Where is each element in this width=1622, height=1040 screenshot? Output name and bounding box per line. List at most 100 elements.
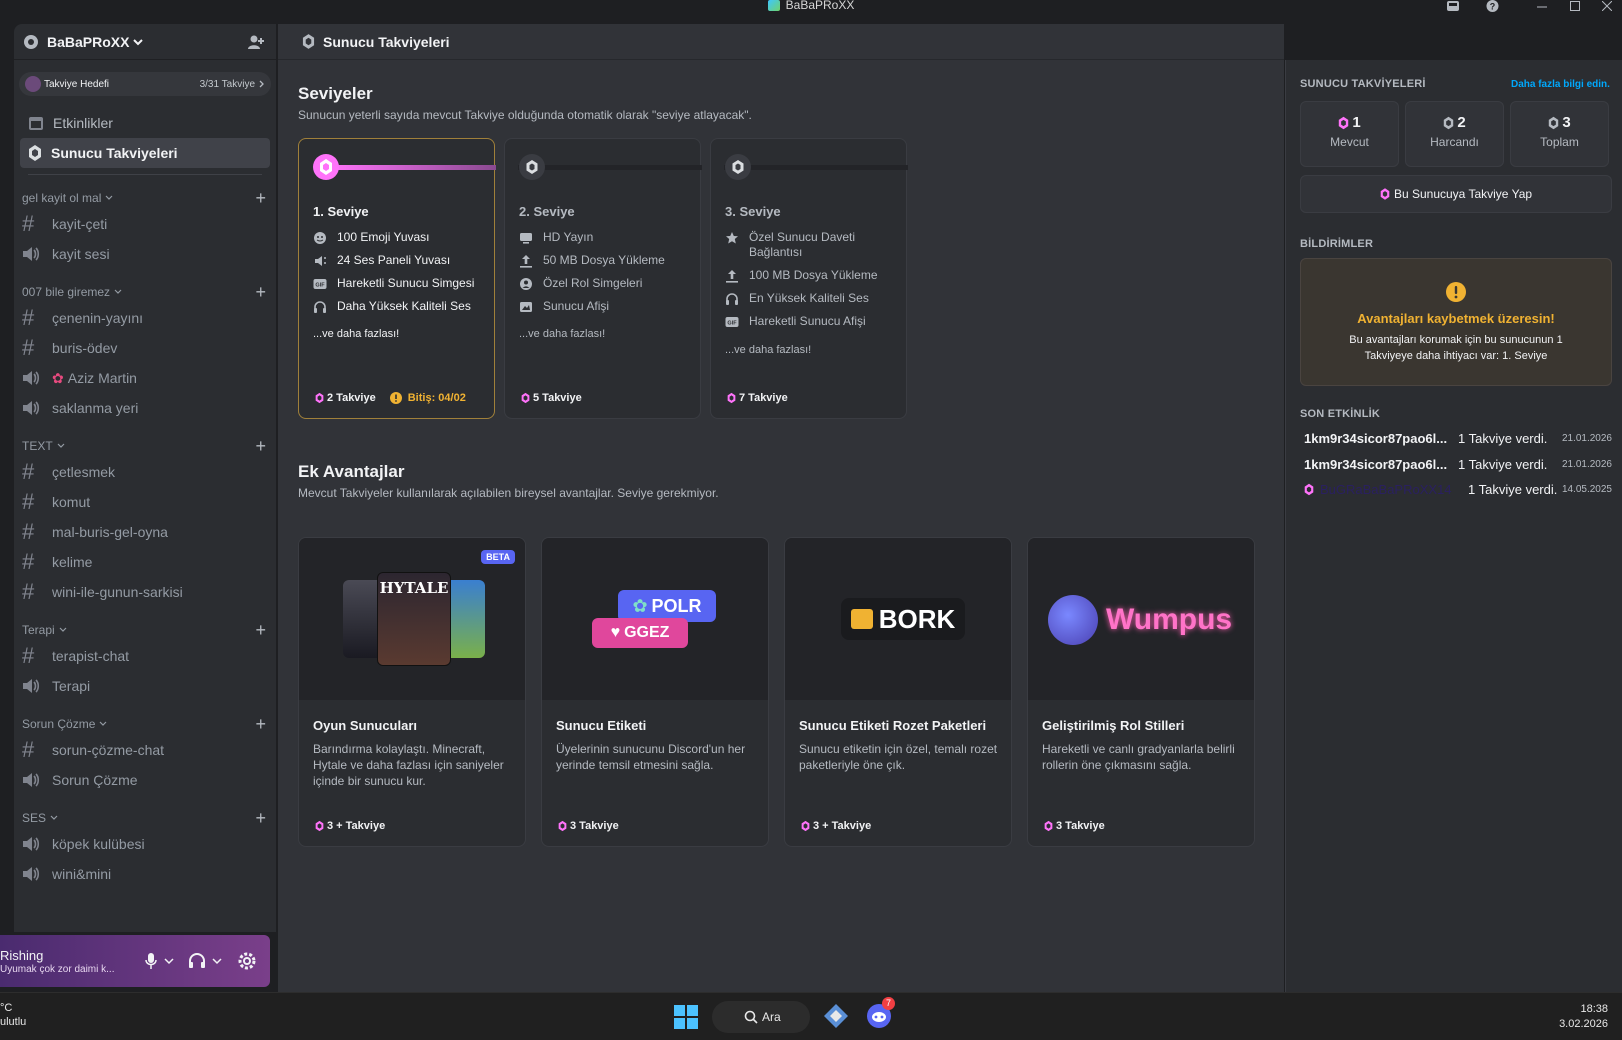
- boost-stat: 3 Toplam: [1510, 101, 1609, 167]
- system-clock[interactable]: 18:38 3.02.2026: [1559, 1002, 1608, 1032]
- weather-temp: °C: [0, 1002, 13, 1014]
- boost-stat-value: 3: [1562, 114, 1571, 131]
- user-name[interactable]: Rishing: [0, 948, 114, 964]
- discord-badge: 7: [882, 997, 896, 1010]
- category-header[interactable]: SES +: [14, 807, 276, 829]
- channel-item[interactable]: wini&mini: [20, 859, 270, 889]
- tier-progress-bar: [313, 154, 496, 180]
- create-channel-plus-icon[interactable]: +: [255, 715, 266, 733]
- badge-pack-art-text: BORK: [878, 603, 956, 634]
- soundboard-icon: [315, 256, 326, 266]
- windows-logo-icon: [674, 1005, 698, 1029]
- user-settings-gear-icon[interactable]: [238, 952, 256, 970]
- create-channel-plus-icon[interactable]: +: [255, 437, 266, 455]
- taskbar-app-1[interactable]: [823, 1003, 849, 1029]
- channel-item[interactable]: Terapi: [20, 671, 270, 701]
- tier-progress-bar: [518, 154, 702, 180]
- taskbar-search[interactable]: Ara: [712, 1001, 810, 1033]
- channel-item[interactable]: # kelime: [20, 547, 270, 577]
- channel-item[interactable]: Sorun Çözme: [20, 765, 270, 795]
- headphones-icon[interactable]: [188, 953, 206, 969]
- activity-user[interactable]: 1km9r34sicor87pao6l...: [1304, 431, 1454, 446]
- channel-name: kayit sesi: [52, 246, 110, 262]
- tier-more-link: ...ve daha fazlası!: [519, 328, 606, 340]
- boost-goal-bar[interactable]: Takviye Hedefi 3/31 Takviye: [19, 72, 271, 96]
- perk-image: HYTALE BETA: [299, 538, 525, 700]
- perk-description: Hareketli ve canlı gradyanlarla belirli …: [1042, 742, 1235, 772]
- channel-item[interactable]: # terapist-chat: [20, 641, 270, 671]
- category-header[interactable]: gel kayit ol mal +: [14, 187, 276, 209]
- tier-requirement: 2 Takviye Bitiş: 04/02: [315, 392, 466, 404]
- flower-emoji-icon: ✿: [52, 369, 64, 386]
- taskbar-discord[interactable]: 7: [866, 997, 896, 1029]
- chevron-down-icon: [59, 627, 67, 632]
- channel-item[interactable]: # çetlesmek: [20, 457, 270, 487]
- tag-ggez: GGEZ: [624, 624, 670, 641]
- perk-cost: 3 + Takviye: [801, 820, 871, 832]
- microphone-icon[interactable]: [144, 952, 158, 970]
- help-icon[interactable]: ?: [1481, 0, 1503, 12]
- emoji-icon: [314, 232, 326, 244]
- voice-channel-icon: [23, 371, 40, 385]
- channel-item[interactable]: # çenenin-yayını: [20, 303, 270, 333]
- channel-item[interactable]: köpek kulübesi: [20, 829, 270, 859]
- channel-item[interactable]: ✿ Aziz Martin: [20, 363, 270, 393]
- learn-more-link[interactable]: Daha fazla bilgi edin.: [1511, 79, 1610, 90]
- notifications-title: BİLDİRİMLER: [1300, 238, 1374, 250]
- extra-perk-card[interactable]: ✿ POLR ♥ GGEZ Sunucu Etiketi Üyelerinin sunuc…: [541, 537, 769, 847]
- mic-options-chevron-icon[interactable]: [164, 957, 174, 965]
- create-channel-plus-icon[interactable]: +: [255, 283, 266, 301]
- invite-people-icon[interactable]: [247, 34, 265, 50]
- extras-subtitle: Mevcut Takviyeler kullanılarak açılabile…: [298, 486, 719, 500]
- maximize-icon[interactable]: [1564, 0, 1586, 12]
- create-channel-plus-icon[interactable]: +: [255, 809, 266, 827]
- category-header[interactable]: 007 bile giremez +: [14, 281, 276, 303]
- minimize-icon[interactable]: [1531, 0, 1553, 12]
- boost-server-button[interactable]: Bu Sunucuya Takviye Yap: [1300, 175, 1612, 213]
- nav-events[interactable]: Etkinlikler: [20, 108, 270, 138]
- boost-gem-icon: [1549, 116, 1559, 129]
- channel-item[interactable]: # mal-buris-gel-oyna: [20, 517, 270, 547]
- channel-item[interactable]: # sorun-çözme-chat: [20, 735, 270, 765]
- extra-perk-card[interactable]: BORK Sunucu Etiketi Rozet Paketleri Sunucu…: [784, 537, 1012, 847]
- channel-item[interactable]: saklanma yeri: [20, 393, 270, 423]
- levels-title: Seviyeler: [298, 84, 373, 103]
- voice-channel-icon: [23, 679, 40, 693]
- chevron-down-icon: [57, 443, 65, 448]
- headphones-icon: [726, 293, 738, 305]
- banner-icon: [520, 302, 532, 312]
- activity-user[interactable]: BuGRaBaBaPRoXX14: [1320, 482, 1464, 497]
- tier-card: 2. Seviye HD Yayın 50 MB Dosya Yükleme Özel…: [504, 138, 702, 419]
- channel-item[interactable]: kayit sesi: [20, 239, 270, 269]
- boost-gem-icon: [1380, 188, 1390, 200]
- start-button[interactable]: [674, 1005, 698, 1029]
- category-name: gel kayit ol mal: [22, 191, 102, 205]
- nav-server-boosts[interactable]: Sunucu Takviyeleri: [20, 138, 270, 168]
- upload-icon: [726, 270, 738, 283]
- server-header[interactable]: BaBaPRoXX: [14, 24, 276, 60]
- create-channel-plus-icon[interactable]: +: [255, 621, 266, 639]
- inbox-icon[interactable]: [1442, 0, 1464, 12]
- text-channel-icon: #: [22, 335, 35, 360]
- channel-item[interactable]: # kayit-çeti: [20, 209, 270, 239]
- channel-name: wini-ile-gunun-sarkisi: [52, 584, 183, 600]
- audio-options-chevron-icon[interactable]: [212, 957, 222, 965]
- tier-progress-bar: [724, 154, 908, 180]
- create-channel-plus-icon[interactable]: +: [255, 189, 266, 207]
- close-icon[interactable]: [1596, 0, 1618, 12]
- channel-item[interactable]: # buris-ödev: [20, 333, 270, 363]
- activity-user[interactable]: 1km9r34sicor87pao6l...: [1304, 457, 1454, 472]
- channel-item[interactable]: # komut: [20, 487, 270, 517]
- category-header[interactable]: Terapi +: [14, 619, 276, 641]
- weather-widget[interactable]: °C ulutlu: [0, 1001, 26, 1029]
- extra-perk-card[interactable]: Wumpus Geliştirilmiş Rol Stilleri Hareketl…: [1027, 537, 1255, 847]
- boost-goal-avatar: [25, 76, 41, 92]
- channel-item[interactable]: # wini-ile-gunun-sarkisi: [20, 577, 270, 607]
- category-header[interactable]: TEXT +: [14, 435, 276, 457]
- boost-gem-icon: [521, 392, 530, 404]
- upload-icon: [520, 255, 532, 268]
- category-header[interactable]: Sorun Çözme +: [14, 713, 276, 735]
- tier-requirement: 7 Takviye: [727, 392, 788, 404]
- nav-events-label: Etkinlikler: [53, 115, 113, 131]
- extra-perk-card[interactable]: HYTALE BETA Oyun Sunucuları Barındırma kola…: [298, 537, 526, 847]
